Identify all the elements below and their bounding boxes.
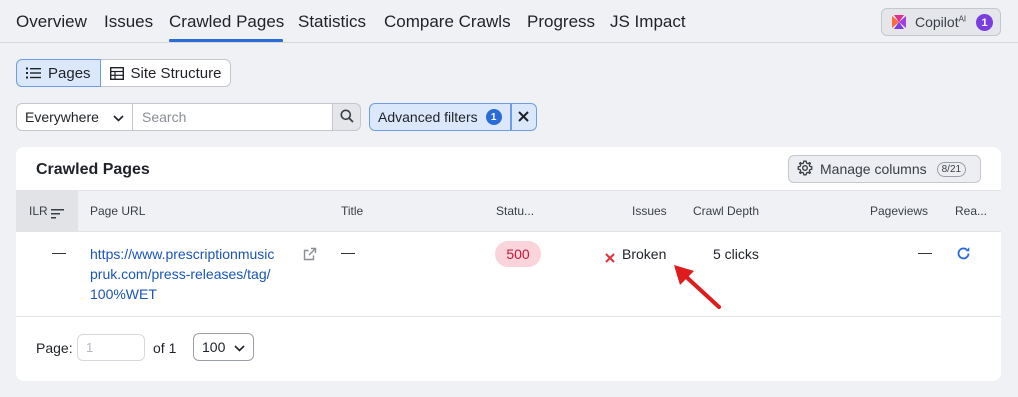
search-input[interactable] bbox=[133, 103, 333, 131]
cell-ilr: — bbox=[52, 244, 66, 260]
tab-crawled-pages[interactable]: Crawled Pages bbox=[169, 12, 284, 32]
recrawl-icon[interactable] bbox=[956, 246, 971, 264]
crawled-pages-card: Crawled Pages Manage columns 8/21 ILR Pa… bbox=[16, 147, 1001, 381]
table-icon bbox=[109, 66, 124, 80]
header-pageviews[interactable]: Pageviews bbox=[870, 204, 928, 218]
header-status[interactable]: Statu... bbox=[496, 204, 534, 218]
url-line: pruk.com/press-releases/tag/ bbox=[90, 266, 271, 282]
advanced-filters-count-badge: 1 bbox=[485, 109, 502, 125]
tab-compare-crawls[interactable]: Compare Crawls bbox=[384, 12, 511, 32]
header-page-url[interactable]: Page URL bbox=[90, 204, 145, 218]
header-ilr[interactable]: ILR bbox=[29, 204, 48, 218]
status-badge: 500 bbox=[495, 241, 541, 267]
copilot-ai-superscript: AI bbox=[958, 14, 967, 24]
tab-overview[interactable]: Overview bbox=[16, 12, 87, 32]
red-arrow-annotation bbox=[672, 263, 724, 314]
cell-pageviews: — bbox=[918, 244, 932, 260]
page-url-link[interactable]: https://www.prescriptionmusic pruk.com/p… bbox=[90, 244, 300, 304]
advanced-filters-button[interactable]: Advanced filters 1 bbox=[369, 103, 511, 131]
scope-select-value: Everywhere bbox=[25, 109, 99, 125]
manage-columns-label: Manage columns bbox=[820, 161, 927, 177]
page-number-input[interactable] bbox=[77, 334, 145, 361]
table-row: — https://www.prescriptionmusic pruk.com… bbox=[16, 232, 1001, 317]
copilot-logo-icon bbox=[890, 13, 908, 31]
site-structure-view-label: Site Structure bbox=[130, 64, 222, 82]
copilot-label: Copilot bbox=[915, 14, 959, 30]
advanced-filters-label: Advanced filters bbox=[378, 109, 478, 125]
cell-crawl-depth: 5 clicks bbox=[713, 246, 759, 262]
url-line: 100%WET bbox=[90, 286, 157, 302]
chevron-down-icon bbox=[234, 339, 245, 355]
total-pages-label: of 1 bbox=[153, 340, 177, 356]
cell-issue[interactable]: Broken bbox=[622, 246, 666, 262]
tab-statistics[interactable]: Statistics bbox=[298, 12, 366, 32]
sort-icon[interactable] bbox=[51, 206, 64, 222]
url-line: https://www.prescriptionmusic bbox=[90, 246, 275, 262]
pages-view-button[interactable]: Pages bbox=[16, 59, 101, 87]
cell-title: — bbox=[341, 244, 355, 260]
header-recrawl[interactable]: Rea... bbox=[955, 204, 987, 218]
tab-js-impact[interactable]: JS Impact bbox=[610, 12, 686, 32]
header-crawl-depth[interactable]: Crawl Depth bbox=[693, 204, 759, 218]
status-code: 500 bbox=[506, 246, 530, 262]
header-title[interactable]: Title bbox=[341, 204, 363, 218]
scope-select[interactable]: Everywhere bbox=[16, 103, 133, 131]
columns-count-badge: 8/21 bbox=[936, 161, 967, 177]
clear-filters-button[interactable] bbox=[510, 103, 537, 131]
close-icon bbox=[518, 109, 529, 125]
view-toggle: Pages Site Structure bbox=[16, 59, 232, 87]
card-title: Crawled Pages bbox=[36, 161, 150, 178]
manage-columns-button[interactable]: Manage columns 8/21 bbox=[788, 155, 981, 183]
header-issues[interactable]: Issues bbox=[632, 204, 667, 218]
error-x-icon bbox=[605, 250, 615, 266]
copilot-button[interactable]: CopilotAI 1 bbox=[881, 8, 1001, 36]
tab-progress[interactable]: Progress bbox=[527, 12, 595, 32]
top-nav: Overview Issues Crawled Pages Statistics… bbox=[0, 0, 1018, 43]
chevron-down-icon bbox=[113, 109, 124, 125]
copilot-notification-badge: 1 bbox=[976, 14, 993, 31]
external-link-icon[interactable] bbox=[303, 247, 317, 264]
page-label: Page: bbox=[36, 340, 73, 356]
per-page-select[interactable]: 100 bbox=[193, 333, 254, 361]
tab-issues[interactable]: Issues bbox=[104, 12, 153, 32]
list-icon bbox=[26, 67, 41, 79]
table-header: ILR Page URL Title Statu... Issues Crawl… bbox=[16, 190, 1001, 232]
advanced-filters-group: Advanced filters 1 bbox=[369, 103, 537, 131]
gear-icon bbox=[797, 160, 813, 179]
pages-view-label: Pages bbox=[48, 64, 91, 82]
active-tab-indicator bbox=[169, 39, 283, 42]
site-structure-view-button[interactable]: Site Structure bbox=[100, 59, 232, 87]
search-button[interactable] bbox=[333, 103, 361, 131]
per-page-value: 100 bbox=[202, 339, 226, 355]
search-icon bbox=[340, 109, 354, 126]
filter-bar: Everywhere Advanced filters 1 bbox=[16, 103, 537, 131]
